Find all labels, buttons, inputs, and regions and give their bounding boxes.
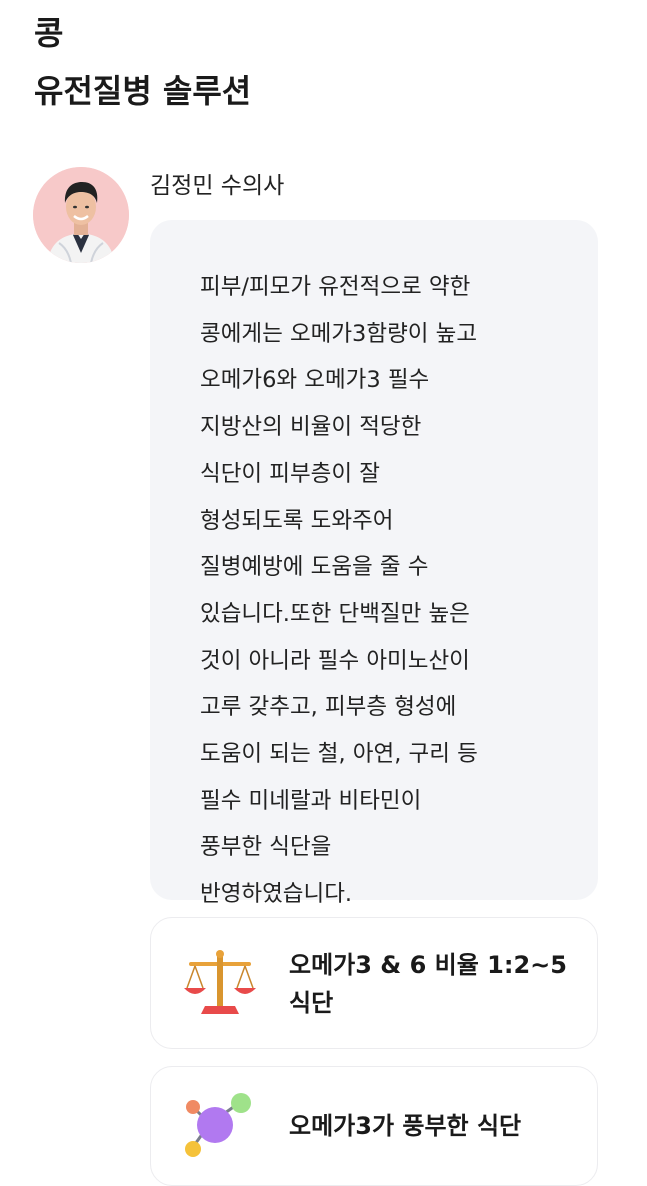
message-line: 형성되도록 도와주어 xyxy=(200,507,394,534)
solution-card-omega-ratio[interactable]: 오메가3 & 6 비율 1:2~5 식단 xyxy=(150,917,598,1049)
solution-label: 오메가3 & 6 비율 1:2~5 식단 xyxy=(289,951,567,1017)
vet-avatar xyxy=(33,167,129,263)
pet-name: 콩 xyxy=(34,14,64,52)
header: 콩 유전질병 솔루션 xyxy=(34,10,251,114)
message-line: 것이 아니라 필수 아미노산이 xyxy=(200,647,470,674)
message-bubble: 피부/피모가 유전적으로 약한 콩에게는 오메가3함량이 높고 오메가6와 오메… xyxy=(150,220,598,907)
solution-label: 오메가3가 풍부한 식단 xyxy=(289,1112,522,1140)
message-line: 필수 미네랄과 비타민이 xyxy=(200,787,422,814)
message-line: 콩에게는 오메가3함량이 높고 xyxy=(200,320,478,347)
message-line: 질병예방에 도움을 줄 수 xyxy=(200,554,429,581)
balance-scale-icon xyxy=(181,944,259,1022)
message-line: 식단이 피부층이 잘 xyxy=(200,460,380,487)
message-line: 반영하였습니다. xyxy=(200,881,353,908)
message-line: 고루 갖추고, 피부층 형성에 xyxy=(200,694,457,721)
solution-card-omega3[interactable]: 오메가3가 풍부한 식단 xyxy=(150,1066,598,1186)
vet-name: 김정민 수의사 xyxy=(150,173,285,199)
page-title: 유전질병 솔루션 xyxy=(34,72,252,110)
molecule-icon xyxy=(181,1089,259,1167)
vet-portrait-icon xyxy=(33,167,129,263)
message-line: 있습니다.또한 단백질만 높은 xyxy=(200,600,470,627)
message-line: 풍부한 식단을 xyxy=(200,834,332,861)
message-line: 오메가6와 오메가3 필수 xyxy=(200,367,430,394)
message-line: 지방산의 비율이 적당한 xyxy=(200,414,422,441)
message-line: 피부/피모가 유전적으로 약한 xyxy=(200,274,471,300)
message-line: 도움이 되는 철, 아연, 구리 등 xyxy=(200,741,478,768)
